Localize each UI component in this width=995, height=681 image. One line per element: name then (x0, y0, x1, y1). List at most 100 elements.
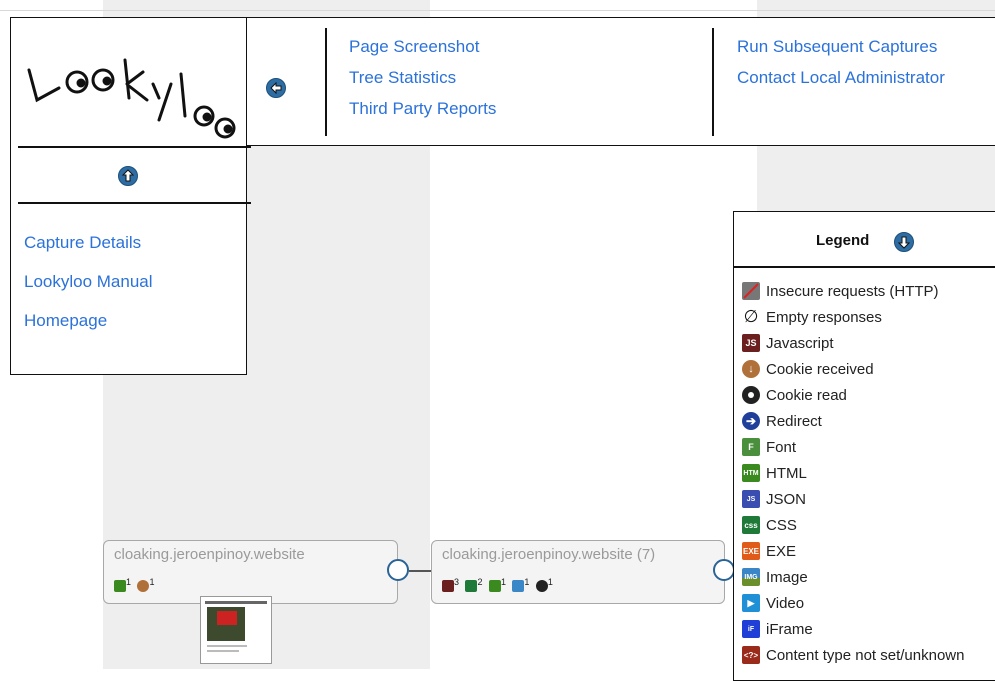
node-resource-icons: 3 2 1 1 1 (442, 577, 555, 595)
json-icon: JS (742, 490, 760, 508)
legend-label: Empty responses (766, 308, 882, 326)
redirect-icon: ➔ (742, 412, 760, 430)
legend-item: F Font (742, 436, 796, 458)
page-screenshot-link[interactable]: Page Screenshot (349, 37, 496, 68)
header-links-col2: Run Subsequent Captures Contact Local Ad… (737, 37, 945, 99)
run-subsequent-captures-link[interactable]: Run Subsequent Captures (737, 37, 945, 68)
legend-title: Legend (816, 232, 870, 249)
image-icon[interactable] (512, 579, 525, 592)
legend-label: iFrame (766, 620, 813, 638)
insecure-lock-icon (742, 282, 760, 300)
top-divider (0, 10, 995, 11)
thumbnail-header (205, 601, 267, 604)
header-divider (325, 28, 327, 136)
image-icon: IMG (742, 568, 760, 586)
cookie-received-icon[interactable] (137, 579, 150, 592)
tree-statistics-link[interactable]: Tree Statistics (349, 68, 496, 99)
thumbnail-sign (217, 611, 237, 625)
lookyloo-manual-link[interactable]: Lookyloo Manual (24, 272, 153, 311)
header-menu: Page Screenshot Tree Statistics Third Pa… (245, 17, 995, 146)
capture-details-link[interactable]: Capture Details (24, 233, 153, 272)
legend-toggle-button[interactable] (894, 232, 914, 252)
javascript-icon: JS (742, 334, 760, 352)
legend-item: ▶ Video (742, 592, 804, 614)
count: 1 (524, 577, 530, 587)
legend-label: HTML (766, 464, 807, 482)
arrow-down-icon (897, 236, 911, 249)
lookyloo-logo-graphic (27, 58, 236, 139)
legend-label: Javascript (766, 334, 834, 352)
css-icon: css (742, 516, 760, 534)
count: 1 (500, 577, 506, 587)
legend-item: ↓ Cookie received (742, 358, 874, 380)
scroll-up-button[interactable] (118, 166, 138, 186)
count: 1 (149, 577, 155, 587)
tree-node-child[interactable]: cloaking.jeroenpinoy.website (7) 3 2 1 1… (431, 540, 725, 604)
tree-edge (409, 570, 431, 572)
tree-node-root[interactable]: cloaking.jeroenpinoy.website 1 1 (103, 540, 398, 604)
cookie-read-icon[interactable] (535, 579, 548, 592)
legend-label: Cookie received (766, 360, 874, 378)
legend-label: JSON (766, 490, 807, 508)
legend-label: Image (766, 568, 808, 586)
legend-panel: Legend Insecure requests (HTTP) ∅ Empty … (733, 211, 995, 681)
arrow-left-icon (270, 81, 282, 95)
main-menu: Capture Details Lookyloo Manual Homepage (10, 17, 251, 375)
thumbnail-text (207, 650, 239, 652)
node-resource-icons: 1 1 (114, 577, 156, 595)
legend-item: JS JSON (742, 488, 806, 510)
legend-label: Redirect (766, 412, 822, 430)
menu-divider (18, 202, 251, 204)
legend-item: EXE EXE (742, 540, 796, 562)
iframe-icon: iF (742, 620, 760, 638)
count: 1 (547, 577, 553, 587)
video-icon: ▶ (742, 594, 760, 612)
node-hostname[interactable]: cloaking.jeroenpinoy.website (114, 546, 305, 563)
legend-label: EXE (766, 542, 797, 560)
eye-pupil-icon (748, 392, 754, 398)
legend-item: HTM HTML (742, 462, 807, 484)
homepage-link[interactable]: Homepage (24, 311, 153, 350)
legend-item: JS Javascript (742, 332, 834, 354)
legend-label: Insecure requests (HTTP) (766, 282, 939, 300)
javascript-icon[interactable] (442, 579, 454, 592)
arrow-up-icon (121, 169, 135, 182)
html-icon[interactable] (114, 579, 126, 592)
count: 1 (126, 577, 132, 587)
menu-divider (18, 146, 251, 148)
legend-label: Video (766, 594, 805, 612)
legend-label: Font (766, 438, 797, 456)
legend-item: ∅ Empty responses (742, 306, 882, 328)
empty-set-icon: ∅ (743, 307, 759, 326)
collapse-menu-button[interactable] (266, 78, 286, 98)
lookyloo-logo[interactable] (19, 40, 239, 140)
html-icon[interactable] (488, 579, 501, 592)
legend-label: Content type not set/unknown (766, 646, 965, 664)
header-divider (712, 28, 714, 136)
font-icon: F (742, 438, 760, 456)
legend-item: Cookie read (742, 384, 847, 406)
node-hostname[interactable]: cloaking.jeroenpinoy.website (7) (442, 546, 655, 563)
css-icon[interactable] (465, 579, 478, 592)
thumbnail-text (207, 645, 247, 647)
legend-divider (734, 266, 995, 268)
legend-item: Insecure requests (HTTP) (742, 280, 939, 302)
legend-item: <?> Content type not set/unknown (742, 644, 964, 666)
legend-item: ➔ Redirect (742, 410, 822, 432)
legend-item: css CSS (742, 514, 797, 536)
node-toggle-circle[interactable] (713, 559, 735, 581)
html-icon: HTM (742, 464, 760, 482)
legend-item: iF iFrame (742, 618, 813, 640)
unknown-content-icon: <?> (742, 646, 760, 664)
cookie-read-icon (742, 386, 760, 404)
count: 2 (477, 577, 483, 587)
third-party-reports-link[interactable]: Third Party Reports (349, 99, 496, 130)
legend-label: Cookie read (766, 386, 847, 404)
contact-local-administrator-link[interactable]: Contact Local Administrator (737, 68, 945, 99)
menu-links: Capture Details Lookyloo Manual Homepage (24, 233, 153, 350)
legend-item: IMG Image (742, 566, 808, 588)
capture-thumbnail[interactable] (200, 596, 272, 664)
exe-icon: EXE (742, 542, 760, 560)
cookie-received-icon: ↓ (742, 360, 760, 378)
node-toggle-circle[interactable] (387, 559, 409, 581)
